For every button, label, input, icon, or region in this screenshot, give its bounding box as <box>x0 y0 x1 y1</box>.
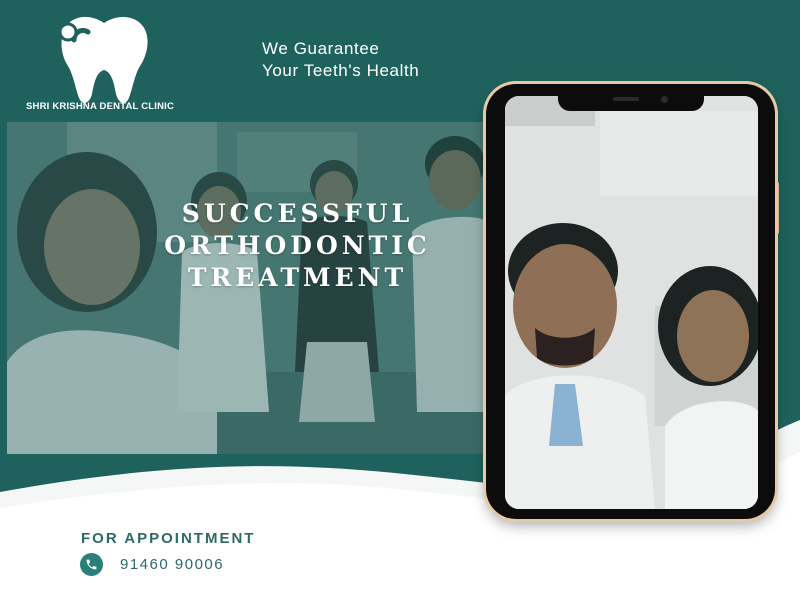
clinic-name: SHRI KRISHNA DENTAL CLINIC <box>26 101 175 112</box>
phone-photo <box>505 96 758 509</box>
tagline: We Guarantee Your Teeth's Health <box>262 38 419 82</box>
tagline-line-2: Your Teeth's Health <box>262 61 420 80</box>
camera-icon <box>661 96 668 103</box>
phone-notch <box>558 91 704 111</box>
appointment-label: FOR APPOINTMENT <box>81 530 256 547</box>
speaker-icon <box>613 97 639 101</box>
tagline-line-1: We Guarantee <box>262 39 380 58</box>
tooth-logo-icon <box>58 16 148 103</box>
appointment-phone-number[interactable]: 91460 90006 <box>120 556 224 573</box>
phone-icon <box>80 553 103 576</box>
phone-side-button <box>775 182 779 234</box>
